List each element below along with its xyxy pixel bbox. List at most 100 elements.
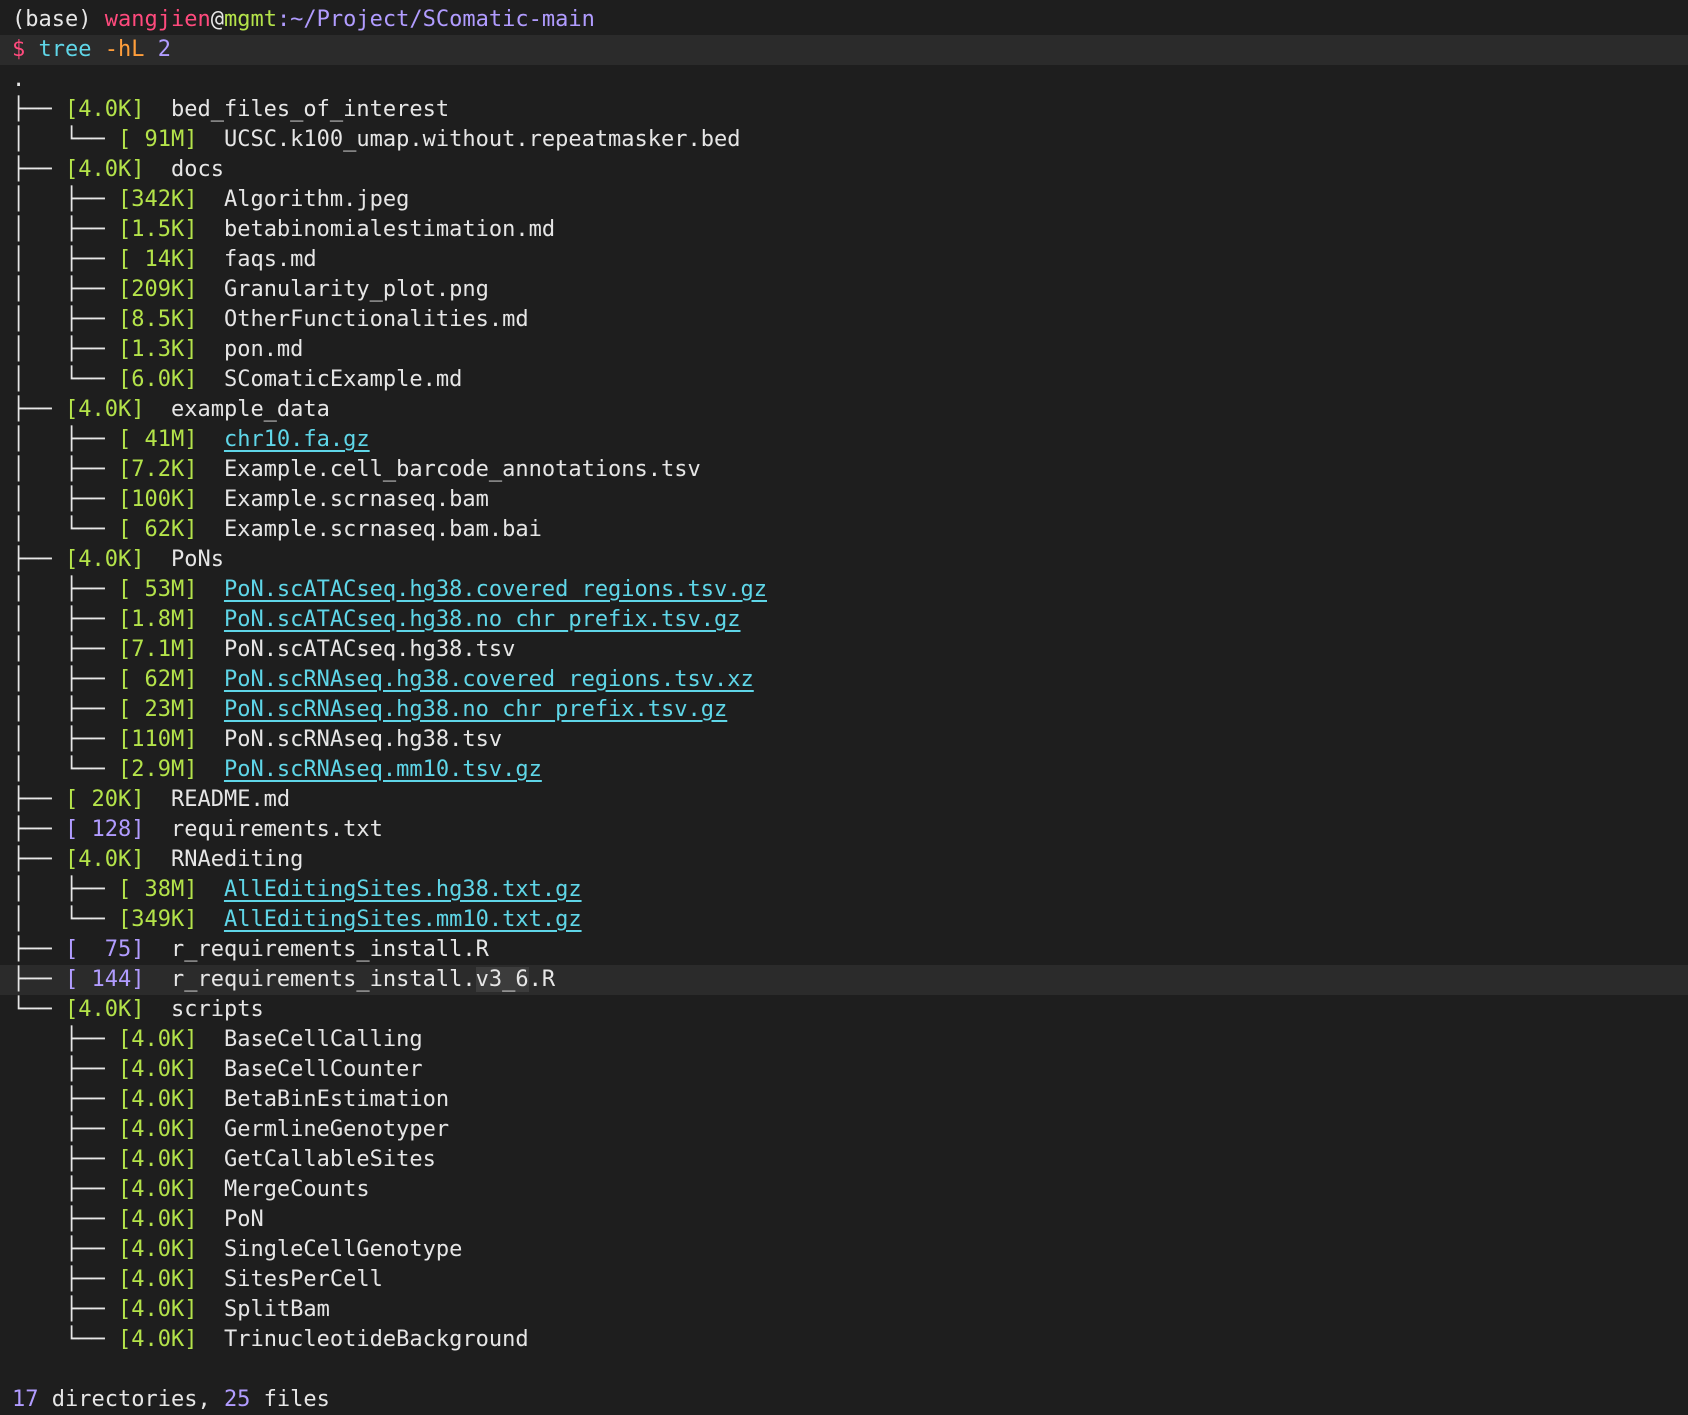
- file-size: [349K]: [117, 907, 198, 932]
- file-name: Example.scrnaseq.bam: [223, 487, 489, 512]
- file-name: Example.cell_barcode_annotations.tsv: [223, 457, 701, 482]
- file-name: PoN.scRNAseq.hg38.tsv: [223, 727, 503, 752]
- symlink-name[interactable]: chr10.fa.gz: [224, 427, 370, 452]
- tree-guide: ├──: [12, 1267, 118, 1292]
- file-size: [4.0K]: [64, 97, 145, 122]
- file-size: [4.0K]: [117, 1177, 198, 1202]
- prompt-path: :~/Project/SComatic-main: [276, 7, 595, 32]
- tree-guide: │ ├──: [12, 727, 118, 752]
- file-size: [7.2K]: [117, 457, 198, 482]
- file-size: [4.0K]: [117, 1237, 198, 1262]
- file-size: [ 91M]: [117, 127, 198, 152]
- file-name: PoNs: [170, 547, 224, 572]
- file-size: [ 23M]: [117, 697, 198, 722]
- file-name: r_requirements_install.R: [170, 937, 489, 962]
- tree-entry: ├── [4.0K] MergeCounts: [0, 1175, 1688, 1205]
- file-name: bed_files_of_interest: [170, 97, 450, 122]
- file-size: [2.9M]: [117, 757, 198, 782]
- file-size: [342K]: [117, 187, 198, 212]
- file-size: [4.0K]: [117, 1297, 198, 1322]
- tree-guide: ├──: [12, 817, 65, 842]
- tree-guide: ├──: [12, 1147, 118, 1172]
- tree-entry: ├── [4.0K] example_data: [0, 395, 1688, 425]
- tree-guide: └──: [12, 997, 65, 1022]
- tree-guide: │ ├──: [12, 337, 118, 362]
- file-size: [6.0K]: [117, 367, 198, 392]
- command-flags: -hL: [104, 37, 145, 62]
- tree-entry: ├── [4.0K] GermlineGenotyper: [0, 1115, 1688, 1145]
- file-name: SComaticExample.md: [223, 367, 463, 392]
- file-name: r_requirements_install.v3_6.R: [170, 967, 556, 992]
- tree-entry: │ └── [ 91M] UCSC.k100_umap.without.repe…: [0, 125, 1688, 155]
- prompt-user: wangjien: [104, 7, 211, 32]
- file-size: [1.8M]: [117, 607, 198, 632]
- file-size: [4.0K]: [64, 997, 145, 1022]
- file-name: SingleCellGenotype: [223, 1237, 463, 1262]
- tree-guide: │ ├──: [12, 247, 118, 272]
- tree-guide: │ └──: [12, 367, 118, 392]
- file-size: [ 20K]: [64, 787, 145, 812]
- tree-entry: │ ├── [ 53M] PoN.scATACseq.hg38.covered_…: [0, 575, 1688, 605]
- file-size: [ 38M]: [117, 877, 198, 902]
- tree-guide: │ ├──: [12, 577, 118, 602]
- file-size: [4.0K]: [64, 157, 145, 182]
- symlink-name[interactable]: PoN.scATACseq.hg38.no_chr_prefix.tsv.gz: [224, 607, 741, 632]
- symlink-name[interactable]: AllEditingSites.hg38.txt.gz: [224, 877, 582, 902]
- file-size: [4.0K]: [117, 1147, 198, 1172]
- tree-guide: ├──: [12, 1177, 118, 1202]
- file-size: [ 53M]: [117, 577, 198, 602]
- tree-summary: 17 directories, 25 files: [0, 1385, 1688, 1415]
- file-size: [4.0K]: [64, 397, 145, 422]
- file-name: SplitBam: [223, 1297, 330, 1322]
- file-name: UCSC.k100_umap.without.repeatmasker.bed: [223, 127, 741, 152]
- symlink-name[interactable]: PoN.scRNAseq.hg38.covered_regions.tsv.xz: [224, 667, 754, 692]
- file-size: [110M]: [117, 727, 198, 752]
- tree-entry: ├── [4.0K] SplitBam: [0, 1295, 1688, 1325]
- file-count: 25: [223, 1387, 251, 1412]
- terminal-output[interactable]: (base) wangjien@mgmt:~/Project/SComatic-…: [0, 5, 1688, 1415]
- terminal-window[interactable]: { "prompt": { "env": "(base)", "user": "…: [0, 0, 1688, 1412]
- file-size: [4.0K]: [117, 1207, 198, 1232]
- tree-guide: │ ├──: [12, 457, 118, 482]
- tree-entry: ├── [4.0K] BaseCellCalling: [0, 1025, 1688, 1055]
- tree-guide: │ └──: [12, 907, 118, 932]
- tree-entry: ├── [4.0K] SingleCellGenotype: [0, 1235, 1688, 1265]
- file-size: [ 75]: [64, 937, 145, 962]
- tree-guide: ├──: [12, 1117, 118, 1142]
- tree-entry: │ ├── [1.8M] PoN.scATACseq.hg38.no_chr_p…: [0, 605, 1688, 635]
- symlink-name[interactable]: PoN.scATACseq.hg38.covered_regions.tsv.g…: [224, 577, 767, 602]
- file-name: PoN: [223, 1207, 264, 1232]
- tree-guide: │ ├──: [12, 187, 118, 212]
- directory-label: directories,: [38, 1387, 224, 1412]
- file-size: [7.1M]: [117, 637, 198, 662]
- command-line[interactable]: $ tree -hL 2: [0, 35, 1688, 65]
- tree-guide: ├──: [12, 397, 65, 422]
- file-size: [ 128]: [64, 817, 145, 842]
- file-size: [ 62M]: [117, 667, 198, 692]
- tree-entry: ├── [ 75] r_requirements_install.R: [0, 935, 1688, 965]
- file-size: [ 144]: [64, 967, 145, 992]
- symlink-name[interactable]: PoN.scRNAseq.mm10.tsv.gz: [224, 757, 542, 782]
- symlink-name[interactable]: PoN.scRNAseq.hg38.no_chr_prefix.tsv.gz: [224, 697, 727, 722]
- file-name: Granularity_plot.png: [223, 277, 489, 302]
- tree-entry: │ ├── [ 23M] PoN.scRNAseq.hg38.no_chr_pr…: [0, 695, 1688, 725]
- text-selection: v3_6: [475, 967, 529, 992]
- tree-guide: ├──: [12, 1207, 118, 1232]
- tree-entry: │ ├── [110M] PoN.scRNAseq.hg38.tsv: [0, 725, 1688, 755]
- file-name: PoN.scATACseq.hg38.tsv: [223, 637, 516, 662]
- prompt-at: @: [210, 7, 224, 32]
- file-name: BaseCellCounter: [223, 1057, 423, 1082]
- file-size: [4.0K]: [64, 847, 145, 872]
- tree-entry: ├── [ 20K] README.md: [0, 785, 1688, 815]
- tree-entry: ├── [4.0K] bed_files_of_interest: [0, 95, 1688, 125]
- tree-entry: ├── [4.0K] SitesPerCell: [0, 1265, 1688, 1295]
- file-name: BaseCellCalling: [223, 1027, 423, 1052]
- tree-guide: ├──: [12, 937, 65, 962]
- file-name: Example.scrnaseq.bam.bai: [223, 517, 542, 542]
- file-size: [1.3K]: [117, 337, 198, 362]
- file-name: OtherFunctionalities.md: [223, 307, 529, 332]
- file-name: betabinomialestimation.md: [223, 217, 556, 242]
- symlink-name[interactable]: AllEditingSites.mm10.txt.gz: [224, 907, 582, 932]
- tree-guide: │ └──: [12, 757, 118, 782]
- tree-guide: ├──: [12, 847, 65, 872]
